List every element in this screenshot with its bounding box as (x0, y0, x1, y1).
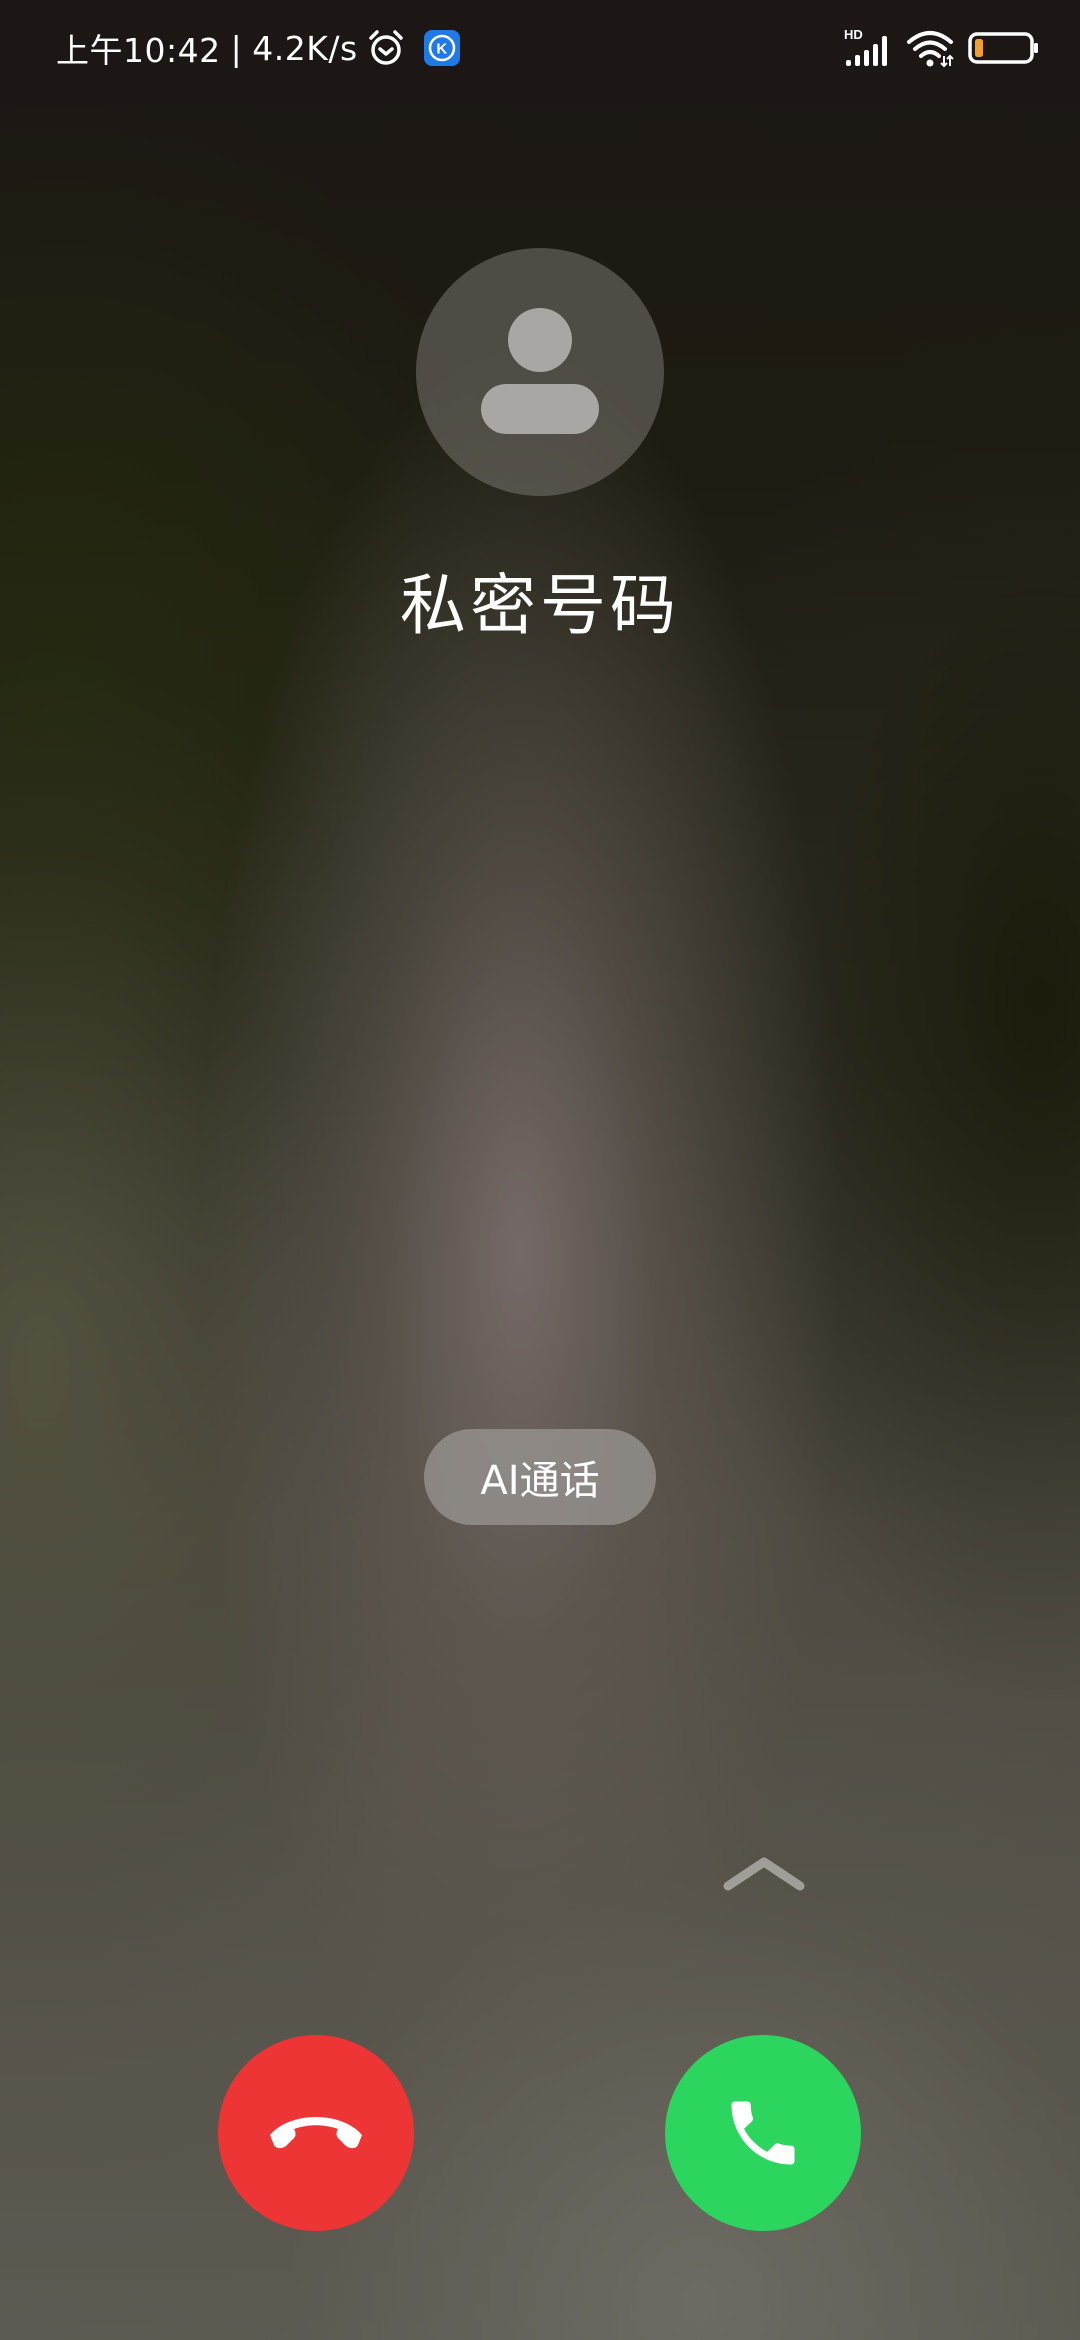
wifi-icon (907, 31, 954, 68)
k-app-glyph: K (428, 34, 455, 62)
decline-call-button[interactable] (218, 2035, 414, 2231)
status-time: 上午10:42 (56, 31, 221, 70)
status-left: 上午10:42 | 4.2K/s K (56, 26, 460, 70)
ai-call-button[interactable]: AI通话 (424, 1429, 656, 1525)
chevron-up-icon[interactable] (722, 1854, 806, 1894)
caller-name: 私密号码 (400, 567, 680, 644)
status-bar: 上午10:42 | 4.2K/s K HD (0, 0, 1080, 96)
incoming-call-screen: 上午10:42 | 4.2K/s K HD 私密号码 AI通话 (0, 0, 1080, 2340)
k-app-letter: K (436, 41, 447, 58)
phone-icon (731, 2101, 795, 2165)
battery-icon (968, 32, 1038, 64)
caller-avatar (416, 248, 664, 496)
k-app-icon: K (423, 30, 460, 66)
answer-call-button[interactable] (665, 2035, 861, 2231)
status-separator: | (230, 28, 243, 68)
status-right: HD (828, 24, 1040, 72)
network-speed: 4.2K/s (252, 28, 358, 68)
avatar-body (481, 384, 599, 434)
hd-badge: HD (844, 28, 863, 42)
avatar-head (508, 308, 572, 372)
hang-up-icon (270, 2117, 362, 2149)
cellular-signal-icon: HD (844, 28, 887, 66)
alarm-clock-icon (368, 30, 403, 65)
